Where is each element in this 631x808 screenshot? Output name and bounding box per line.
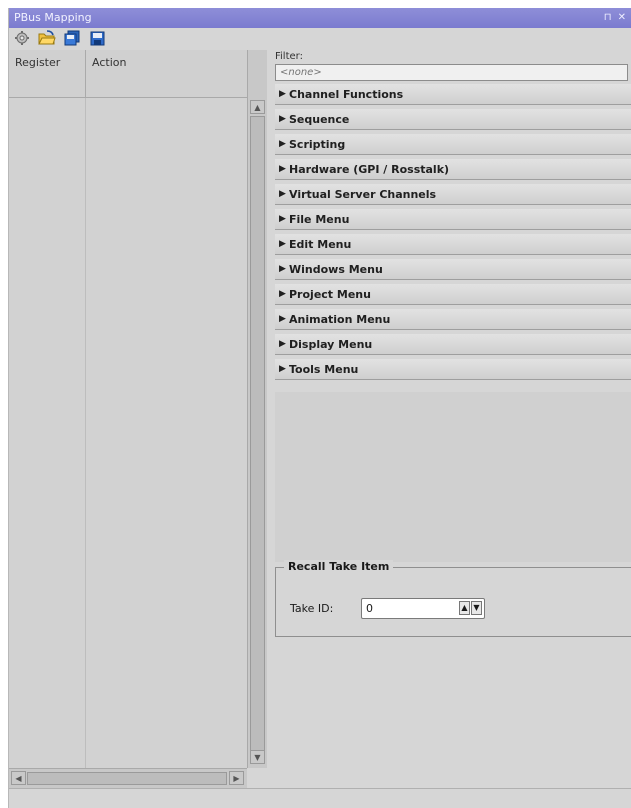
- spin-down-icon[interactable]: ▼: [471, 601, 482, 615]
- expand-arrow-icon: ▶: [279, 339, 286, 349]
- expand-arrow-icon: ▶: [279, 364, 286, 374]
- group-label: Hardware (GPI / Rosstalk): [289, 162, 450, 176]
- expand-arrow-icon: ▶: [279, 214, 286, 224]
- title-controls: ⊓ ✕: [604, 8, 626, 28]
- expand-arrow-icon: ▶: [279, 139, 286, 149]
- save-icon[interactable]: [87, 29, 107, 47]
- recall-take-item-panel: Recall Take Item Take ID: 0 ▲ ▼: [275, 560, 631, 637]
- column-header-register[interactable]: Register: [9, 50, 86, 98]
- expand-arrow-icon: ▶: [279, 239, 286, 249]
- vertical-scrollbar[interactable]: ▲ ▼: [247, 50, 267, 768]
- group-item[interactable]: ▶ Animation Menu: [275, 309, 631, 330]
- open-folder-icon[interactable]: [37, 29, 57, 47]
- group-label: File Menu: [289, 212, 350, 226]
- group-item[interactable]: ▶ Project Menu: [275, 284, 631, 305]
- vertical-scroll-thumb[interactable]: [250, 116, 265, 752]
- group-label: Virtual Server Channels: [289, 187, 437, 201]
- toolbar: [9, 28, 631, 48]
- scroll-up-button[interactable]: ▲: [250, 100, 265, 114]
- expand-arrow-icon: ▶: [279, 164, 286, 174]
- group-item[interactable]: ▶ Virtual Server Channels: [275, 184, 631, 205]
- scroll-right-button[interactable]: ▶: [229, 771, 244, 785]
- expand-arrow-icon: ▶: [279, 89, 286, 99]
- group-label: Edit Menu: [289, 237, 352, 251]
- column-header-action[interactable]: Action: [86, 50, 247, 98]
- command-browser: Filter: ▶Channel Functions▶Sequence▶Scri…: [271, 50, 631, 788]
- take-id-value: 0: [366, 602, 373, 615]
- horizontal-scroll-thumb[interactable]: [27, 772, 227, 785]
- group-label: Animation Menu: [289, 312, 391, 326]
- group-label: Windows Menu: [289, 262, 383, 276]
- register-list: Register Action ▲ ▼ ◀ ▶: [9, 50, 267, 788]
- expand-arrow-icon: ▶: [279, 289, 286, 299]
- group-item[interactable]: ▶ Display Menu: [275, 334, 631, 355]
- group-label: Sequence: [289, 112, 350, 126]
- window-title: PBus Mapping: [14, 11, 92, 24]
- group-label: Channel Functions: [289, 87, 404, 101]
- expand-arrow-icon: ▶: [279, 264, 286, 274]
- column-separator: [85, 98, 86, 768]
- group-label: Tools Menu: [289, 362, 359, 376]
- group-item[interactable]: ▶ File Menu: [275, 209, 631, 230]
- take-id-spinner: ▲ ▼: [459, 601, 482, 615]
- expand-arrow-icon: ▶: [279, 114, 286, 124]
- command-list-area[interactable]: [275, 392, 631, 562]
- group-item[interactable]: ▶ Edit Menu: [275, 234, 631, 255]
- status-bar: [9, 788, 631, 808]
- horizontal-scrollbar[interactable]: ◀ ▶: [9, 768, 247, 788]
- save-copy-icon[interactable]: [62, 29, 82, 47]
- close-icon[interactable]: ✕: [618, 8, 626, 28]
- group-item[interactable]: ▶ Channel Functions: [275, 84, 631, 105]
- scroll-left-button[interactable]: ◀: [11, 771, 26, 785]
- group-item[interactable]: ▶ Tools Menu: [275, 359, 631, 380]
- filter-label: Filter:: [275, 51, 303, 62]
- group-item[interactable]: ▶ Scripting: [275, 134, 631, 155]
- group-item[interactable]: ▶ Sequence: [275, 109, 631, 130]
- group-label: Project Menu: [289, 287, 371, 301]
- pin-icon[interactable]: ⊓: [604, 8, 612, 28]
- pbus-mapping-window: PBus Mapping ⊓ ✕ Register Action ▲ ▼ ◀ ▶…: [8, 8, 631, 808]
- take-id-label: Take ID:: [290, 602, 334, 615]
- gear-icon[interactable]: [12, 29, 32, 47]
- take-id-field[interactable]: 0 ▲ ▼: [361, 598, 485, 619]
- scroll-down-button[interactable]: ▼: [250, 750, 265, 764]
- expand-arrow-icon: ▶: [279, 189, 286, 199]
- list-body[interactable]: [9, 98, 247, 768]
- group-label: Display Menu: [289, 337, 373, 351]
- window-titlebar[interactable]: PBus Mapping ⊓ ✕: [9, 8, 631, 28]
- recall-take-item-legend: Recall Take Item: [284, 560, 394, 573]
- filter-input[interactable]: [275, 64, 628, 81]
- expand-arrow-icon: ▶: [279, 314, 286, 324]
- list-header: Register Action: [9, 50, 247, 98]
- group-item[interactable]: ▶ Hardware (GPI / Rosstalk): [275, 159, 631, 180]
- group-item[interactable]: ▶ Windows Menu: [275, 259, 631, 280]
- group-label: Scripting: [289, 137, 346, 151]
- spin-up-icon[interactable]: ▲: [459, 601, 470, 615]
